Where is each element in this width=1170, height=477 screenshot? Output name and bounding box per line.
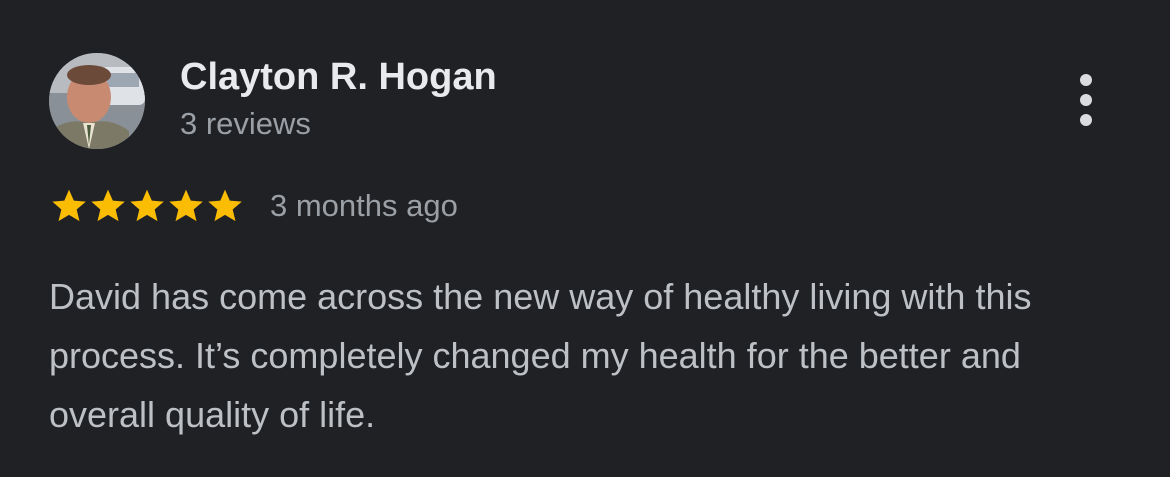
star-icon <box>169 189 203 222</box>
star-icon <box>208 189 242 222</box>
avatar-photo <box>49 53 145 149</box>
reviewer-review-count: 3 reviews <box>180 106 311 141</box>
star-icon <box>130 189 164 222</box>
reviewer-name[interactable]: Clayton R. Hogan <box>180 55 497 99</box>
star-icon <box>91 189 125 222</box>
more-vertical-icon <box>1080 74 1092 86</box>
more-vertical-icon-dot <box>1080 94 1092 106</box>
review-text: David has come across the new way of hea… <box>49 276 1032 435</box>
more-options-button[interactable] <box>1066 70 1106 130</box>
star-icon <box>52 189 86 222</box>
avatar[interactable] <box>49 53 145 149</box>
review-date: 3 months ago <box>270 188 458 223</box>
rating-row: 3 months ago <box>49 184 458 228</box>
review-card: Clayton R. Hogan 3 reviews 3 months ago … <box>0 0 1170 477</box>
more-vertical-icon-dot <box>1080 114 1092 126</box>
star-rating <box>49 186 244 226</box>
